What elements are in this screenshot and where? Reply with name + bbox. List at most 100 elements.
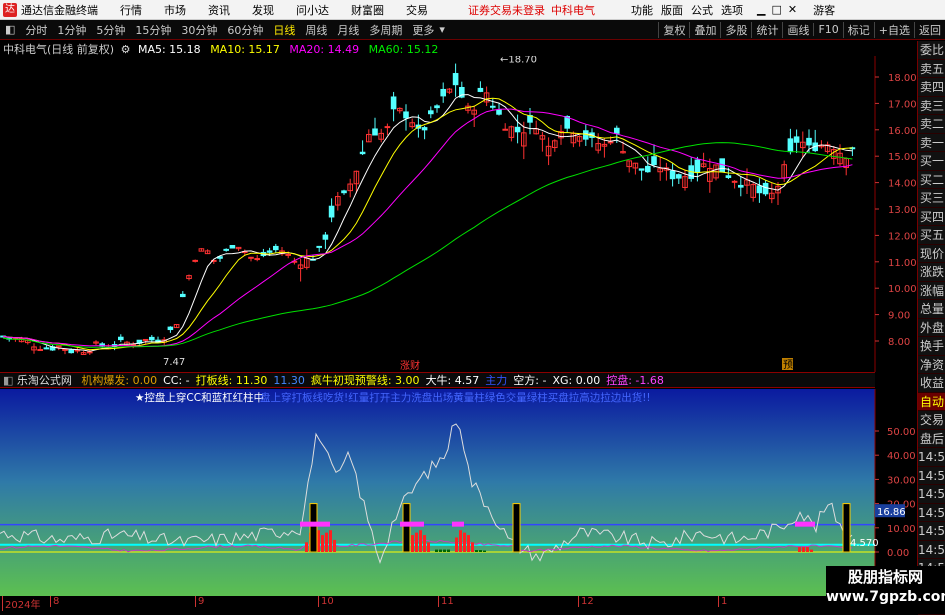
menu-xuanxiang[interactable]: 选项 xyxy=(721,2,743,18)
guest-label[interactable]: 游客 xyxy=(813,2,835,18)
indicator-header: ◧ 乐淘公式网 机构爆发: 0.00 CC: - 打板线: 11.30 11.30 疯牛… xyxy=(0,372,875,388)
sidebar-item-13[interactable]: 涨幅 xyxy=(918,282,945,300)
sidebar-item-15[interactable]: 外盘 xyxy=(918,319,945,337)
volume-bar-red xyxy=(802,547,805,552)
candle-body xyxy=(607,141,614,144)
close-icon[interactable]: ✕ xyxy=(788,3,797,16)
sidebar-item-25[interactable]: 14:56 xyxy=(918,504,945,522)
add-watchlist-button[interactable]: +自选 xyxy=(873,21,914,38)
sidebar-item-5[interactable]: 卖一 xyxy=(918,134,945,152)
fuquan-button[interactable]: 复权 xyxy=(658,21,689,38)
candlestick-chart[interactable]: 18.00 17.00 16.00 15.00 14.00 13.00 12.00 11.00… xyxy=(0,56,917,372)
menu-jiaoyi[interactable]: 交易 xyxy=(406,2,428,18)
sidebar-item-3[interactable]: 卖三 xyxy=(918,97,945,115)
sidebar-item-10[interactable]: 买五 xyxy=(918,226,945,245)
sidebar-item-23[interactable]: 14:56 xyxy=(918,467,945,485)
menu-gongneng[interactable]: 功能 xyxy=(631,2,653,18)
sidebar-item-17[interactable]: 净资 xyxy=(918,356,945,374)
ma10-value: MA10: 15.17 xyxy=(210,43,280,56)
price-label: 11.00 xyxy=(888,258,917,269)
price-label: 14.00 xyxy=(888,179,917,190)
sidebar-item-18[interactable]: 收益 xyxy=(918,374,945,393)
menu-faxian[interactable]: 发现 xyxy=(252,2,274,18)
menu-shichang[interactable]: 市场 xyxy=(164,2,186,18)
menu-caifuquan[interactable]: 财富圈 xyxy=(351,2,384,18)
candle-body xyxy=(731,180,738,183)
volume-bar-green xyxy=(447,549,450,552)
title-bar: 达 通达信金融终端 行情 市场 资讯 发现 问小达 财富圈 交易 证券交易未登录… xyxy=(0,0,945,20)
candle-body xyxy=(180,293,186,298)
sidebar-item-0[interactable]: 委比 xyxy=(918,41,945,60)
time-axis: 2024年 8 9 10 11 12 1 xyxy=(0,596,875,611)
tab-daily[interactable]: 日线 xyxy=(268,22,300,38)
more-chevron-icon[interactable]: ▾ xyxy=(439,23,445,36)
overlay-button[interactable]: 叠加 xyxy=(689,21,720,38)
menu-wenxiaoda[interactable]: 问小达 xyxy=(296,2,329,18)
sidebar-item-26[interactable]: 14:56 xyxy=(918,522,945,541)
watermark-title: 股朋指标网 xyxy=(847,568,923,586)
sidebar-item-20[interactable]: 交易 xyxy=(918,411,945,430)
sidebar-item-12[interactable]: 涨跌 xyxy=(918,263,945,282)
indicator-name[interactable]: 乐淘公式网 xyxy=(17,374,72,387)
tab-5min[interactable]: 5分钟 xyxy=(91,22,130,38)
ma-info-line: 中科电气(日线 前复权) ⚙ MA5: 15.18 MA10: 15.17 MA… xyxy=(0,41,438,56)
volume-bar-red xyxy=(810,549,813,552)
indicator-chart[interactable]: 50.0040.0030.0020.0010.000.0016.86★控盘上穿C… xyxy=(0,389,917,596)
event-marker-yu: 预 xyxy=(783,359,793,371)
sidebar-item-9[interactable]: 买四 xyxy=(918,208,945,226)
candle-body xyxy=(167,326,174,331)
sidebar-item-2[interactable]: 卖四 xyxy=(918,78,945,97)
tab-30min[interactable]: 30分钟 xyxy=(176,22,222,38)
f10-button[interactable]: F10 xyxy=(813,23,842,36)
sidebar-item-16[interactable]: 换手 xyxy=(918,337,945,356)
menu-hangqing[interactable]: 行情 xyxy=(120,2,142,18)
sidebar-item-6[interactable]: 买一 xyxy=(918,152,945,171)
sidebar-item-11[interactable]: 现价 xyxy=(918,245,945,263)
mark-button[interactable]: 标记 xyxy=(842,21,874,38)
sidebar-item-19[interactable]: 自动 xyxy=(918,392,945,411)
menu-gongshi[interactable]: 公式 xyxy=(691,2,713,18)
sidebar-item-22[interactable]: 14:55 xyxy=(918,448,945,467)
volume-bar-green xyxy=(439,549,442,552)
tab-fenshi[interactable]: 分时 xyxy=(20,22,52,38)
sidebar-item-4[interactable]: 卖二 xyxy=(918,115,945,134)
stats-button[interactable]: 统计 xyxy=(751,21,782,38)
sidebar-item-24[interactable]: 14:56 xyxy=(918,485,945,504)
minimize-icon[interactable]: ▁ xyxy=(757,3,765,16)
indicator-label: 50.00 xyxy=(887,427,916,438)
tab-weekly[interactable]: 周线 xyxy=(300,22,332,38)
menu-zixun[interactable]: 资讯 xyxy=(208,2,230,18)
volume-bar-red xyxy=(427,542,430,552)
sidebar-item-7[interactable]: 买二 xyxy=(918,171,945,189)
tab-more[interactable]: 更多 xyxy=(407,22,439,38)
sidebar-toggle-icon[interactable]: ◧ xyxy=(0,23,20,36)
tab-monthly[interactable]: 月线 xyxy=(332,22,364,38)
indicator-value-8: XG: 0.00 xyxy=(552,374,601,387)
period-toolbar: ◧ 分时 1分钟 5分钟 15分钟 30分钟 60分钟 日线 周线 月线 多周期… xyxy=(0,20,945,40)
candle-body xyxy=(229,245,236,249)
time-label-3: 10 xyxy=(318,596,334,607)
back-button[interactable]: 返回 xyxy=(914,21,945,38)
formula-icon[interactable]: ◧ xyxy=(3,374,13,387)
tab-60min[interactable]: 60分钟 xyxy=(222,22,268,38)
maximize-icon[interactable]: □ xyxy=(771,3,781,16)
settings-icon[interactable]: ⚙ xyxy=(121,43,131,56)
sidebar-item-8[interactable]: 买三 xyxy=(918,189,945,208)
sidebar-item-21[interactable]: 盘后 xyxy=(918,430,945,448)
multi-stock-button[interactable]: 多股 xyxy=(720,21,751,38)
login-status[interactable]: 证券交易未登录 xyxy=(468,2,545,18)
sidebar-item-1[interactable]: 卖五 xyxy=(918,60,945,78)
indicator-value-3: 11.30 xyxy=(273,374,305,387)
menu-banmian[interactable]: 版面 xyxy=(661,2,683,18)
volume-bar-red xyxy=(411,535,414,552)
tab-1min[interactable]: 1分钟 xyxy=(52,22,91,38)
indicator-value-5: 大牛: 4.57 xyxy=(425,374,480,387)
quote-sidebar: 委比 卖五 卖四 卖三 卖二 卖一 买一 买二 买三 买四 买五 现价 涨跌 涨幅 总量 外盘 换手 净资 收益 自动… xyxy=(917,41,945,615)
sidebar-item-27[interactable]: 14:56 xyxy=(918,541,945,559)
tab-multi-period[interactable]: 多周期 xyxy=(364,22,407,38)
candle-body xyxy=(496,109,502,115)
tab-15min[interactable]: 15分钟 xyxy=(130,22,176,38)
ma5-value: MA5: 15.18 xyxy=(137,43,201,56)
draw-line-button[interactable]: 画线 xyxy=(782,21,813,38)
sidebar-item-14[interactable]: 总量 xyxy=(918,300,945,319)
